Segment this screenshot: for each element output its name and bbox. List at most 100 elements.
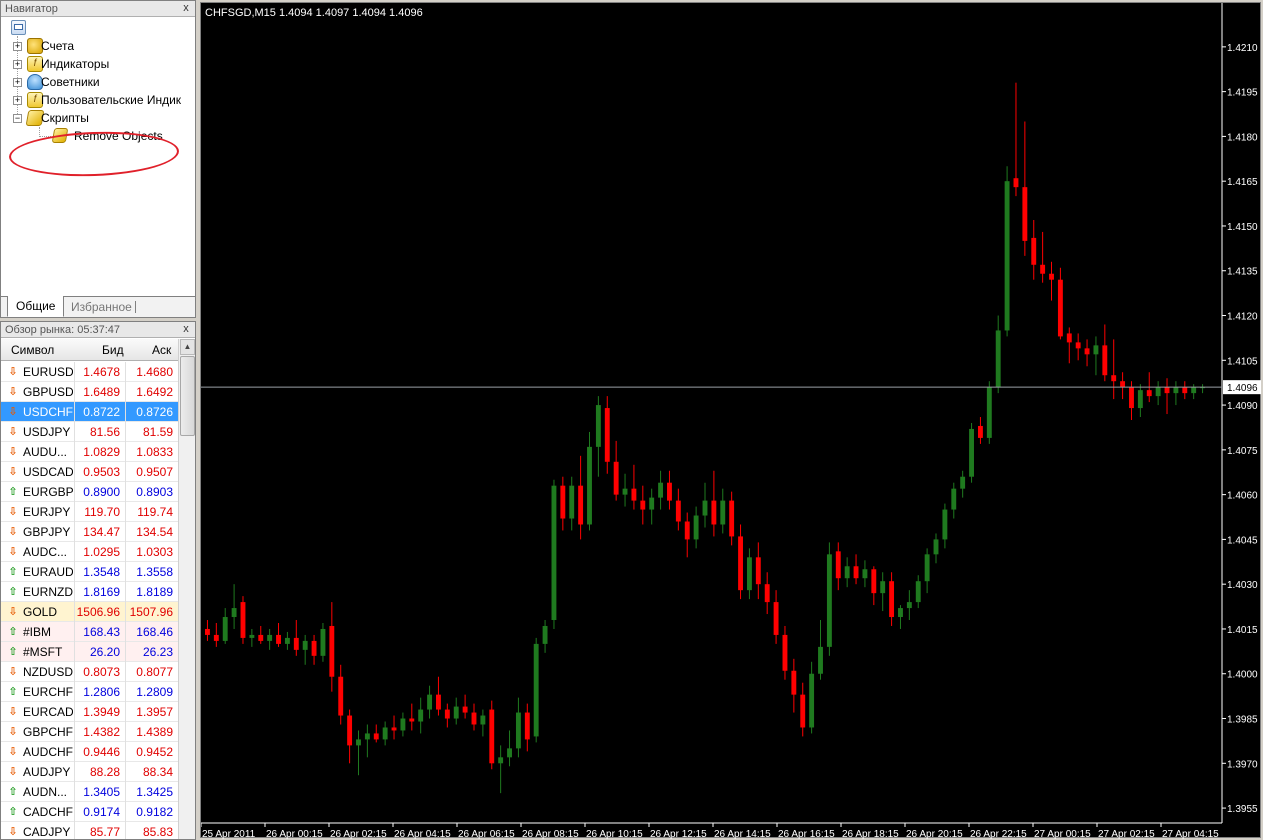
chart-canvas[interactable]: 1.4210 1.4195 1.4180 1.4165 1.4150 1.4135 1.41…: [201, 3, 1262, 839]
symbol-name: CADJPY: [23, 825, 71, 839]
collapse-icon[interactable]: −: [13, 114, 22, 123]
ask-price: 1.8189: [125, 582, 177, 602]
market-row-eurgbp[interactable]: ⇧ EURGBP 0.8900 0.8903: [1, 482, 178, 502]
candle-body: [720, 500, 726, 525]
time-tick-label: 25 Apr 2011: [202, 829, 256, 839]
price-tick-label: 1.4135: [1227, 267, 1258, 278]
price-chart[interactable]: 1.4210 1.4195 1.4180 1.4165 1.4150 1.4135 1.41…: [200, 2, 1262, 839]
bid-price: 1.2806: [74, 682, 124, 702]
arrow-up-icon: ⇧: [8, 566, 18, 578]
arrow-down-icon: ⇩: [8, 826, 18, 838]
market-row-usdchf[interactable]: ⇩ USDCHF 0.8722 0.8726: [1, 402, 178, 422]
candle-body: [942, 509, 948, 540]
market-row-eurchf[interactable]: ⇧ EURCHF 1.2806 1.2809: [1, 682, 178, 702]
market-row-cadjpy[interactable]: ⇩ CADJPY 85.77 85.83: [1, 822, 178, 839]
candle-body: [667, 482, 672, 501]
candle-body: [515, 712, 521, 749]
bid-price: 85.77: [74, 822, 124, 839]
market-row-nzdusd[interactable]: ⇩ NZDUSD 0.8073 0.8077: [1, 662, 178, 682]
price-tick-label: 1.4165: [1227, 177, 1258, 188]
market-row-gold[interactable]: ⇩ GOLD 1506.96 1507.96: [1, 602, 178, 622]
arrow-down-icon: ⇩: [8, 606, 18, 618]
market-row-eurcad[interactable]: ⇩ EURCAD 1.3949 1.3957: [1, 702, 178, 722]
market-row-gbpchf[interactable]: ⇩ GBPCHF 1.4382 1.4389: [1, 722, 178, 742]
ask-price: 1.0303: [125, 542, 177, 562]
market-row-eurjpy[interactable]: ⇩ EURJPY 119.70 119.74: [1, 502, 178, 522]
terminal-root-icon[interactable]: [11, 20, 26, 35]
market-row-eurusd[interactable]: ⇩ EURUSD 1.4678 1.4680: [1, 362, 178, 382]
market-row-audchf[interactable]: ⇩ AUDCHF 0.9446 0.9452: [1, 742, 178, 762]
price-tick-label: 1.4105: [1227, 356, 1258, 367]
bid-price: 1.3548: [74, 562, 124, 582]
tab-favorites[interactable]: Избранное: [63, 297, 140, 317]
expand-icon[interactable]: +: [13, 78, 22, 87]
ask-price: 1.2809: [125, 682, 177, 702]
market-row-audc[interactable]: ⇩ AUDC... 1.0295 1.0303: [1, 542, 178, 562]
ask-price: 1507.96: [125, 602, 177, 622]
market-row-usdcad[interactable]: ⇩ USDCAD 0.9503 0.9507: [1, 462, 178, 482]
close-icon[interactable]: x: [180, 322, 192, 337]
tree-item-accounts[interactable]: + Счета: [1, 37, 195, 55]
candle-body: [640, 500, 646, 510]
scroll-up-icon[interactable]: ▲: [180, 339, 195, 355]
column-header-ask[interactable]: Аск: [152, 339, 171, 361]
tree-item-label: Пользовательские Индик: [41, 93, 182, 107]
expand-icon[interactable]: +: [13, 60, 22, 69]
market-row-audn[interactable]: ⇧ AUDN... 1.3405 1.3425: [1, 782, 178, 802]
candle-body: [924, 554, 930, 582]
market-row-euraud[interactable]: ⇧ EURAUD 1.3548 1.3558: [1, 562, 178, 582]
tree-item-experts[interactable]: + Советники: [1, 73, 195, 91]
symbol-name: AUDN...: [23, 785, 68, 799]
close-icon[interactable]: x: [180, 1, 192, 16]
ask-price: 168.46: [125, 622, 177, 642]
candle-body: [587, 446, 592, 525]
candle-body: [276, 634, 281, 644]
candle-body: [240, 602, 246, 638]
candle-body: [880, 581, 886, 594]
tab-common[interactable]: Общие: [7, 296, 65, 317]
market-row-audjpy[interactable]: ⇩ AUDJPY 88.28 88.34: [1, 762, 178, 782]
symbol-name: #MSFT: [23, 645, 63, 659]
candle-body: [560, 485, 566, 519]
symbol-name: USDCHF: [23, 405, 73, 419]
navigator-tree: + Счета + f Индикаторы + Советники + f П…: [1, 18, 195, 296]
market-row-usdjpy[interactable]: ⇩ USDJPY 81.56 81.59: [1, 422, 178, 442]
arrow-up-icon: ⇧: [8, 786, 18, 798]
candle-body: [542, 625, 548, 644]
market-watch-scrollbar[interactable]: ▲: [178, 339, 195, 839]
market-row-msft[interactable]: ⇧ #MSFT 26.20 26.23: [1, 642, 178, 662]
candle-body: [204, 628, 210, 635]
arrow-down-icon: ⇩: [8, 466, 18, 478]
tree-item-remove-objects[interactable]: Remove Objects: [1, 127, 195, 145]
tree-item-custom-indicators[interactable]: + f Пользовательские Индик: [1, 91, 195, 109]
price-tick-label: 1.4120: [1227, 312, 1258, 323]
time-tick-label: 26 Apr 12:15: [650, 829, 707, 839]
expand-icon[interactable]: +: [13, 96, 22, 105]
price-tick-label: 1.4195: [1227, 88, 1258, 99]
market-row-ibm[interactable]: ⇧ #IBM 168.43 168.46: [1, 622, 178, 642]
market-row-cadchf[interactable]: ⇧ CADCHF 0.9174 0.9182: [1, 802, 178, 822]
bid-price: 1.4382: [74, 722, 124, 742]
market-row-gbpjpy[interactable]: ⇩ GBPJPY 134.47 134.54: [1, 522, 178, 542]
scroll-thumb[interactable]: [180, 356, 195, 436]
market-row-gbpusd[interactable]: ⇩ GBPUSD 1.6489 1.6492: [1, 382, 178, 402]
candle-body: [1084, 348, 1090, 355]
tree-item-indicators[interactable]: + f Индикаторы: [1, 55, 195, 73]
market-row-audu[interactable]: ⇩ AUDU... 1.0829 1.0833: [1, 442, 178, 462]
candle-body: [933, 539, 939, 555]
candle-body: [595, 405, 601, 447]
column-header-bid[interactable]: Бид: [102, 339, 124, 361]
candle-body: [471, 712, 477, 725]
bid-price: 1.0829: [74, 442, 124, 462]
candle-body: [1182, 387, 1188, 394]
candle-body: [1120, 381, 1126, 388]
column-header-symbol[interactable]: Символ: [11, 339, 54, 361]
candle-body: [773, 602, 779, 635]
candle-body: [1093, 345, 1099, 355]
candle-body: [649, 497, 655, 510]
candle-body: [1129, 387, 1134, 409]
time-tick-label: 26 Apr 06:15: [458, 829, 515, 839]
market-row-eurnzd[interactable]: ⇧ EURNZD 1.8169 1.8189: [1, 582, 178, 602]
tree-item-scripts[interactable]: − Скрипты: [1, 109, 195, 127]
expand-icon[interactable]: +: [13, 42, 22, 51]
